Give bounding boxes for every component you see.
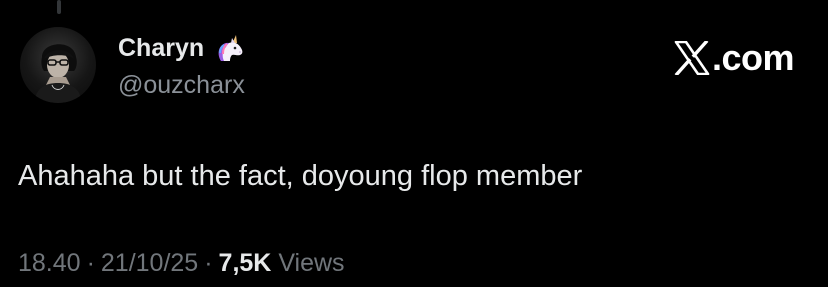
x-logo-icon [674,41,710,75]
tweet-text: Ahahaha but the fact, doyoung flop membe… [18,160,583,192]
brand-watermark: .com [674,37,795,78]
views-label: Views [278,249,345,277]
meta-separator: · [204,249,213,277]
avatar-photo [34,44,82,103]
author-handle[interactable]: @ouzcharx [118,70,245,100]
tweet-date[interactable]: 21/10/25 [101,249,198,277]
avatar[interactable] [20,27,96,103]
unicorn-icon [218,35,243,61]
author-display-name[interactable]: Charyn [118,33,204,63]
meta-separator: · [86,249,95,277]
tweet-meta: 18.40 · 21/10/25 · 7,5K Views [18,247,345,279]
author-name-row[interactable]: Charyn [118,33,246,63]
brand-suffix: .com [711,37,795,78]
thread-connector-line [57,0,61,14]
tweet-time[interactable]: 18.40 [18,249,81,277]
views-count[interactable]: 7,5K [219,249,272,277]
